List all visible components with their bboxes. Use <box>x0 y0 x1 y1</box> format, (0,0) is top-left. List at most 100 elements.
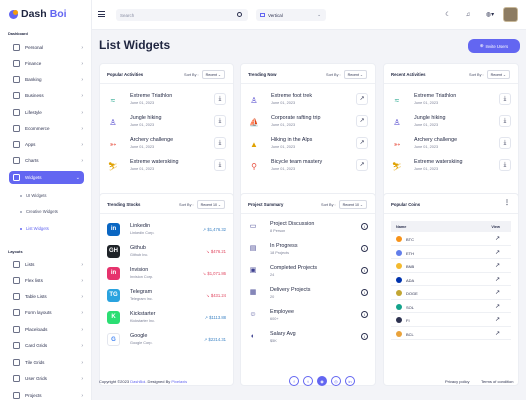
chevron-right-icon: › <box>81 125 83 132</box>
download-icon[interactable]: ⤓ <box>499 159 511 171</box>
download-icon[interactable]: ⤓ <box>499 115 511 127</box>
list-item: ➳ Archery challenge June 01, 2023 ⤓ <box>391 134 511 154</box>
more-vertical-icon[interactable]: ⋮ <box>504 199 510 206</box>
info-icon[interactable]: i <box>361 311 368 318</box>
info-icon[interactable]: i <box>361 289 368 296</box>
sort-control[interactable]: Sort By : Recent 10 ⌄ <box>321 200 367 209</box>
arrow-up-right-icon[interactable]: ↗ <box>495 303 500 310</box>
brand-link[interactable]: DashBoi <box>130 379 145 384</box>
sort-control[interactable]: Sort By : Recent ⌄ <box>326 70 367 79</box>
sort-select[interactable]: Recent 10 ⌄ <box>338 200 367 209</box>
privacy-policy-link[interactable]: Privacy policy <box>445 379 469 384</box>
invite-users-button[interactable]: ⊕ Invite Users <box>468 39 520 53</box>
arrow-up-right-icon[interactable]: ↗ <box>495 276 500 283</box>
arrow-up-right-icon[interactable]: ↗ <box>356 137 368 149</box>
list-item: ♙ Jungle hiking June 01, 2023 ⤓ <box>107 112 226 132</box>
layout-select[interactable]: Vertical ⌄ <box>256 9 326 21</box>
stock-value-text: $476.21 <box>210 249 226 254</box>
download-icon[interactable]: ⤓ <box>499 93 511 105</box>
arrow-up-right-icon[interactable]: ↗ <box>495 235 500 242</box>
download-icon[interactable]: ⤓ <box>214 93 226 105</box>
table-row: ADA ↗ <box>391 273 511 286</box>
card-title: Recent Activities <box>391 72 426 77</box>
brand-logo[interactable]: Dash Boi <box>9 8 67 20</box>
rafting-icon: ⛵ <box>249 117 259 127</box>
sidebar-item-table-lists[interactable]: Table Lists › <box>0 290 91 303</box>
sidebar-item-banking[interactable]: Banking › <box>0 73 91 86</box>
arrow-up-right-icon[interactable]: ↗ <box>356 115 368 127</box>
arrow-up-right-icon[interactable]: ↗ <box>495 262 500 269</box>
logo-mark-icon <box>9 9 18 19</box>
sort-select[interactable]: Recent ⌄ <box>486 70 510 79</box>
instagram-icon[interactable]: ◎ <box>331 376 341 386</box>
info-icon[interactable]: i <box>361 267 368 274</box>
arrow-up-right-icon[interactable]: ↗ <box>495 249 500 256</box>
linkedin-social-icon[interactable]: in <box>345 376 355 386</box>
info-icon[interactable]: i <box>361 245 368 252</box>
sidebar-item-tile-grids[interactable]: Tile Grids › <box>0 356 91 369</box>
sort-control[interactable]: Sort By : Recent ⌄ <box>184 70 225 79</box>
sidebar-sub-list-widgets[interactable]: List Widgets <box>20 226 49 231</box>
flex-list-icon <box>13 277 20 284</box>
info-icon[interactable]: i <box>361 333 368 340</box>
arrow-up-right-icon[interactable]: ↗ <box>356 93 368 105</box>
arrow-up-right-icon[interactable]: ↗ <box>495 330 500 337</box>
sidebar-item-finance[interactable]: Finance › <box>0 57 91 70</box>
chevron-down-icon: ⌄ <box>75 174 80 181</box>
trending-stocks-card: Trending Stocks Sort By : Recent 10 ⌄ in L… <box>99 193 234 386</box>
stock-company: Invision Corp. <box>130 275 154 279</box>
sidebar-item-form-layouts[interactable]: Form layouts › <box>0 306 91 319</box>
download-icon[interactable]: ⤓ <box>499 137 511 149</box>
sidebar-sub-ui-widgets[interactable]: UI Widgets <box>20 193 46 198</box>
sort-select[interactable]: Recent ⌄ <box>201 70 225 79</box>
download-icon[interactable]: ⤓ <box>214 159 226 171</box>
arrow-up-right-icon[interactable]: ↗ <box>495 289 500 296</box>
sidebar-item-personal[interactable]: Personal › <box>0 41 91 54</box>
section-dashboard: Dashboard <box>8 32 28 36</box>
sidebar-item-label: Ecommerce <box>25 126 50 131</box>
sort-label: Sort By : <box>326 72 341 77</box>
download-icon[interactable]: ⤓ <box>214 115 226 127</box>
sort-select[interactable]: Recent 10 ⌄ <box>196 200 225 209</box>
discord-icon[interactable]: ◉ <box>317 376 327 386</box>
info-icon[interactable]: i <box>361 223 368 230</box>
sidebar-item-lists[interactable]: Lists › <box>0 258 91 271</box>
globe-icon[interactable]: ◍▾ <box>482 9 498 21</box>
list-item: ≈ Extreme Triathlon June 01, 2023 ⤓ <box>107 90 226 110</box>
trending-now-card: Trending Now Sort By : Recent ⌄ ♙ Extreme … <box>240 63 376 213</box>
sidebar-item-apps[interactable]: Apps › <box>0 138 91 151</box>
bell-icon[interactable]: ♫ <box>462 9 474 21</box>
sidebar-item-projects[interactable]: Projects › <box>0 389 91 400</box>
stock-company: Telegram Inc. <box>130 297 153 301</box>
sidebar-item-placeloads[interactable]: Placeloads › <box>0 323 91 336</box>
search-input[interactable]: Search <box>116 9 248 21</box>
download-icon[interactable]: ⤓ <box>214 137 226 149</box>
sidebar-item-lifestyle[interactable]: Lifestyle › <box>0 106 91 119</box>
sidebar-item-business[interactable]: Business › <box>0 89 91 102</box>
sort-select[interactable]: Recent ⌄ <box>343 70 367 79</box>
sort-control[interactable]: Sort By : Recent ⌄ <box>469 70 510 79</box>
stock-row: in Invision Invision Corp. ↘ $1,071.86 <box>107 264 226 284</box>
terms-link[interactable]: Terms of condition <box>481 379 513 384</box>
sidebar-sub-creative-widgets[interactable]: Creative Widgets <box>20 209 58 214</box>
arrow-up-right-icon[interactable]: ↗ <box>356 159 368 171</box>
arrow-up-right-icon[interactable]: ↗ <box>495 316 500 323</box>
facebook-icon[interactable]: f <box>289 376 299 386</box>
sidebar-item-widgets[interactable]: Widgets ⌄ <box>9 171 84 184</box>
sidebar-item-charts[interactable]: Charts › <box>0 154 91 167</box>
sort-control[interactable]: Sort By : Recent 10 ⌄ <box>179 200 225 209</box>
sidebar-item-ecommerce[interactable]: Ecommerce › <box>0 122 91 135</box>
moon-icon[interactable]: ☾ <box>442 9 454 21</box>
menu-toggle-icon[interactable] <box>98 11 105 17</box>
twitter-icon[interactable]: t <box>303 376 313 386</box>
sidebar-item-user-grids[interactable]: User Grids › <box>0 372 91 385</box>
sidebar-item-flex-lists[interactable]: Flex lists › <box>0 274 91 287</box>
invite-label: Invite Users <box>485 43 509 49</box>
hiking-icon: ♙ <box>393 117 401 127</box>
avatar[interactable] <box>503 7 518 22</box>
eth-icon <box>396 249 402 256</box>
search-icon[interactable] <box>237 12 242 17</box>
designer-link[interactable]: Pixelaxis <box>171 379 187 384</box>
table-row: BCL ↗ <box>391 327 511 340</box>
sidebar-item-card-grids[interactable]: Card Grids › <box>0 339 91 352</box>
